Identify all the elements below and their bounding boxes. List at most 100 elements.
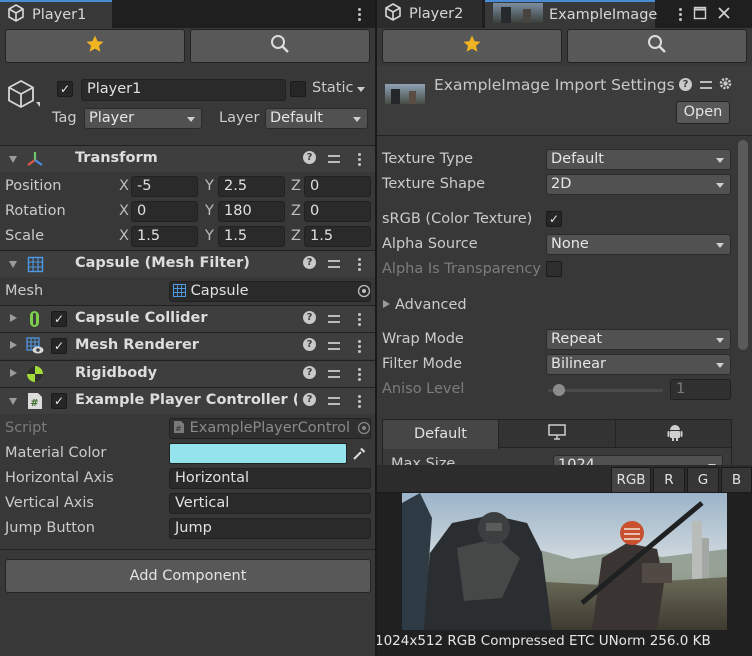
- horizontal-axis-field[interactable]: Horizontal: [169, 468, 371, 489]
- close-icon[interactable]: [716, 5, 732, 25]
- foldout-arrow-icon[interactable]: [9, 261, 17, 268]
- foldout-arrow-icon[interactable]: [9, 398, 17, 405]
- presets-icon[interactable]: [699, 78, 713, 91]
- tab-android-platform[interactable]: [616, 420, 731, 448]
- favorites-button[interactable]: [5, 29, 185, 63]
- help-icon[interactable]: ?: [303, 393, 316, 406]
- capsule-collider-header[interactable]: ✓ Capsule Collider ?: [0, 305, 375, 332]
- favorites-button[interactable]: [382, 29, 562, 63]
- tag-dropdown[interactable]: Player: [84, 108, 202, 129]
- axis-y-label: Y: [205, 203, 214, 219]
- component-menu-icon[interactable]: [354, 361, 364, 388]
- gear-icon[interactable]: [718, 76, 733, 95]
- alpha-source-label: Alpha Source: [382, 236, 478, 252]
- tab-label: ExampleImage: [549, 7, 658, 23]
- channel-b-button[interactable]: B: [721, 467, 752, 493]
- static-dropdown-icon[interactable]: [357, 87, 365, 92]
- rotation-y-field[interactable]: 180: [218, 201, 285, 222]
- presets-icon[interactable]: [327, 312, 341, 325]
- position-y-field[interactable]: 2.5: [218, 176, 285, 197]
- max-size-dropdown[interactable]: 1024: [553, 455, 723, 465]
- tab-example-image[interactable]: ExampleImage: [485, 0, 658, 28]
- add-component-button[interactable]: Add Component: [5, 559, 371, 593]
- jump-button-field[interactable]: Jump: [169, 518, 371, 539]
- script-enabled-checkbox[interactable]: ✓: [51, 393, 67, 409]
- search-button[interactable]: [190, 29, 370, 63]
- foldout-arrow-icon[interactable]: [10, 314, 17, 322]
- search-button[interactable]: [567, 29, 747, 63]
- more-options-icon[interactable]: [673, 0, 687, 28]
- position-z-field[interactable]: 0: [304, 176, 371, 197]
- script-component-header[interactable]: # ✓ Example Player Controller (Sc ?: [0, 387, 375, 414]
- scale-z-field[interactable]: 1.5: [304, 226, 371, 247]
- filter-mode-dropdown[interactable]: Bilinear: [546, 354, 731, 375]
- foldout-arrow-icon[interactable]: [383, 300, 390, 308]
- object-picker-icon[interactable]: [357, 284, 371, 302]
- texture-type-dropdown[interactable]: Default: [546, 149, 731, 170]
- mesh-renderer-enabled-checkbox[interactable]: ✓: [51, 338, 67, 354]
- texture-shape-dropdown[interactable]: 2D: [546, 174, 731, 195]
- presets-icon[interactable]: [327, 257, 341, 270]
- help-icon[interactable]: ?: [303, 338, 316, 351]
- channel-g-button[interactable]: G: [687, 467, 719, 493]
- presets-icon[interactable]: [327, 367, 341, 380]
- capsule-collider-enabled-checkbox[interactable]: ✓: [51, 311, 67, 327]
- position-x-field[interactable]: -5: [131, 176, 198, 197]
- help-icon[interactable]: ?: [303, 311, 316, 324]
- presets-icon[interactable]: [327, 339, 341, 352]
- component-menu-icon[interactable]: [354, 388, 364, 415]
- object-picker-icon: [357, 421, 371, 439]
- eyedropper-icon[interactable]: [351, 446, 367, 466]
- foldout-arrow-icon[interactable]: [10, 369, 17, 377]
- gameobject-icon[interactable]: [6, 78, 44, 116]
- help-icon[interactable]: ?: [303, 256, 316, 269]
- layer-dropdown[interactable]: Default: [265, 108, 368, 129]
- channel-rgb-button[interactable]: RGB: [611, 467, 651, 493]
- advanced-foldout[interactable]: Advanced: [395, 297, 467, 313]
- tag-label: Tag: [52, 110, 77, 126]
- object-name-field[interactable]: Player1: [81, 79, 286, 101]
- tab-standalone-platform[interactable]: [499, 420, 616, 448]
- static-checkbox[interactable]: [290, 81, 306, 97]
- help-icon[interactable]: ?: [303, 366, 316, 379]
- help-icon[interactable]: ?: [303, 151, 316, 164]
- tab-player1[interactable]: Player1: [0, 0, 112, 28]
- tab-default-platform[interactable]: Default: [383, 420, 499, 449]
- mesh-filter-header[interactable]: Capsule (Mesh Filter) ?: [0, 250, 375, 277]
- wrap-mode-dropdown[interactable]: Repeat: [546, 329, 731, 350]
- active-checkbox[interactable]: ✓: [57, 81, 73, 97]
- presets-icon[interactable]: [327, 394, 341, 407]
- mesh-renderer-header[interactable]: ✓ Mesh Renderer ?: [0, 332, 375, 359]
- open-button[interactable]: Open: [676, 101, 730, 124]
- rotation-x-field[interactable]: 0: [131, 201, 198, 222]
- star-icon: [462, 34, 482, 58]
- mesh-object-field[interactable]: Capsule: [169, 281, 371, 302]
- rotation-z-field[interactable]: 0: [304, 201, 371, 222]
- foldout-arrow-icon[interactable]: [10, 341, 17, 349]
- material-color-swatch[interactable]: [169, 443, 347, 464]
- presets-icon[interactable]: [327, 152, 341, 165]
- component-menu-icon[interactable]: [354, 333, 364, 360]
- scale-y-field[interactable]: 1.5: [218, 226, 285, 247]
- channel-r-button[interactable]: R: [653, 467, 685, 493]
- maximize-icon[interactable]: [693, 6, 707, 24]
- rigidbody-header[interactable]: Rigidbody ?: [0, 360, 375, 387]
- more-options-icon[interactable]: [352, 0, 366, 28]
- cube-icon: [6, 3, 26, 27]
- position-label: Position: [5, 178, 62, 194]
- scrollbar-thumb[interactable]: [738, 140, 748, 350]
- axis-z-label: Z: [291, 203, 301, 219]
- scale-x-field[interactable]: 1.5: [131, 226, 198, 247]
- component-menu-icon[interactable]: [354, 146, 364, 173]
- checkmark-icon: ✓: [548, 212, 560, 226]
- component-menu-icon[interactable]: [354, 251, 364, 278]
- foldout-arrow-icon[interactable]: [9, 156, 17, 163]
- transform-header[interactable]: Transform ?: [0, 145, 375, 172]
- vertical-axis-field[interactable]: Vertical: [169, 493, 371, 514]
- alpha-source-dropdown[interactable]: None: [546, 234, 731, 255]
- component-menu-icon[interactable]: [354, 306, 364, 333]
- help-icon[interactable]: ?: [679, 78, 692, 91]
- tab-player2[interactable]: Player2: [377, 0, 482, 28]
- srgb-checkbox[interactable]: ✓: [546, 211, 562, 227]
- alpha-transparency-checkbox: [546, 261, 562, 277]
